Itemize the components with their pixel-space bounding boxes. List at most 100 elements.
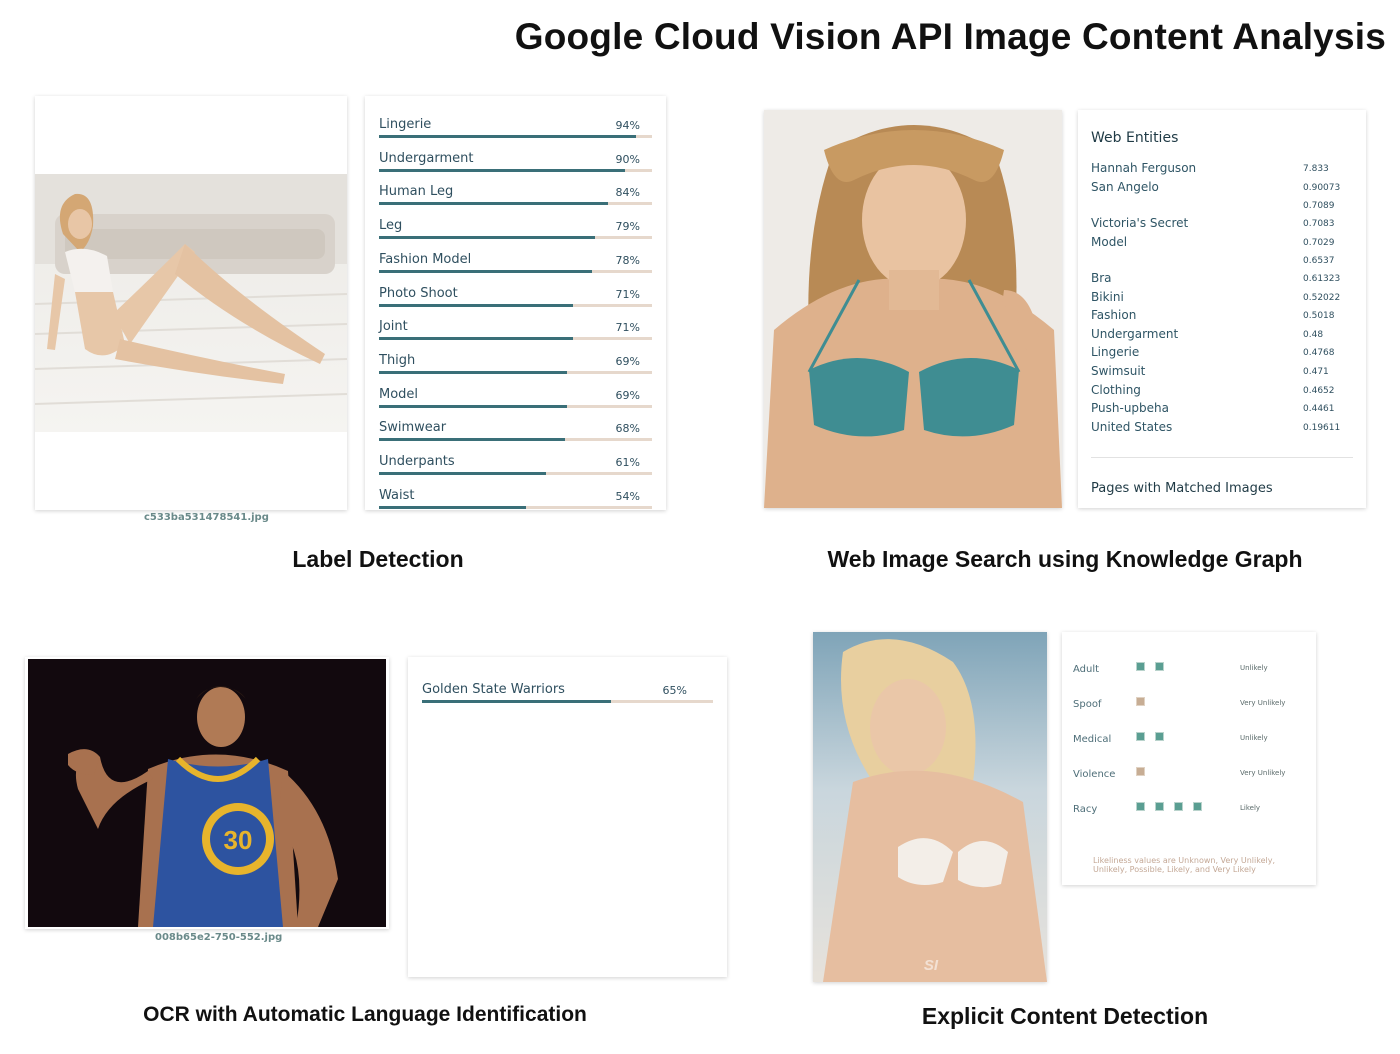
safe-search-row: Violence Very Unlikely <box>1073 767 1306 787</box>
label-name: Fashion Model <box>379 251 472 267</box>
web-entity-row[interactable]: Lingerie 0.4768 <box>1091 345 1336 363</box>
entity-score: 0.90073 <box>1303 183 1341 193</box>
web-entity-row[interactable]: Victoria's Secret 0.7083 <box>1091 216 1336 234</box>
bikini-model-photo <box>764 110 1062 508</box>
score-bar-track <box>379 438 652 442</box>
likelihood-square <box>1136 767 1145 776</box>
likelihood-square <box>1136 697 1145 706</box>
web-entity-row[interactable]: Swimsuit 0.471 <box>1091 364 1336 382</box>
label-row: Model 69% <box>379 387 652 415</box>
entity-name[interactable]: Swimsuit <box>1091 364 1145 378</box>
web-entity-row[interactable]: Bra 0.61323 <box>1091 271 1340 289</box>
label-detection-caption: Label Detection <box>292 546 464 572</box>
label-name: Swimwear <box>379 420 447 436</box>
label-row: Leg 79% <box>379 218 652 246</box>
likelihood-square <box>1136 662 1145 671</box>
label-name: Photo Shoot <box>379 285 458 301</box>
likelihood-square <box>1193 802 1202 811</box>
label-row: Fashion Model 78% <box>379 252 652 280</box>
likelihood-square <box>1155 732 1164 741</box>
label-row: Joint 71% <box>379 319 652 347</box>
entity-name[interactable]: Bra <box>1091 271 1112 285</box>
label-row: Underpants 61% <box>379 454 652 482</box>
score-bar-fill <box>379 168 625 172</box>
score-bar-fill <box>379 337 573 341</box>
label-name: Lingerie <box>379 117 432 132</box>
web-entity-row[interactable]: Undergarment 0.48 <box>1091 327 1336 345</box>
score-bar-track <box>379 269 652 273</box>
entity-name[interactable]: Fashion <box>1091 308 1136 322</box>
label-row: Photo Shoot 71% <box>379 286 652 314</box>
ocr-image-card: 30 <box>25 657 389 929</box>
entity-name[interactable]: Clothing <box>1091 383 1141 397</box>
ocr-image-filename: 008b65e2-750-552.jpg <box>155 932 283 943</box>
score-bar-fill <box>379 404 568 408</box>
entity-name[interactable]: United States <box>1091 420 1172 434</box>
likelihood-square <box>1136 802 1145 811</box>
web-entity-row[interactable]: 0.6537 <box>1091 253 1336 271</box>
ocr-text-row: Golden State Warriors 65% <box>422 682 713 710</box>
web-detection-caption: Web Image Search using Knowledge Graph <box>827 546 1303 572</box>
entity-score: 7.833 <box>1303 164 1329 174</box>
score-bar-fill <box>379 202 609 206</box>
score-bar-track <box>379 337 652 341</box>
web-entity-row[interactable]: United States 0.19611 <box>1091 420 1340 438</box>
label-name: Thigh <box>379 352 416 368</box>
beach-model-photo: SI <box>813 632 1047 982</box>
label-score: 71% <box>615 321 640 335</box>
magazine-watermark: SI <box>924 957 939 974</box>
score-bar-track <box>379 472 652 475</box>
web-entities-heading: Web Entities <box>1091 130 1179 146</box>
safe-search-caption: Explicit Content Detection <box>921 1003 1209 1029</box>
label-score: 54% <box>615 489 640 503</box>
jersey-number: 30 <box>224 825 253 855</box>
web-entity-row[interactable]: Model 0.7029 <box>1091 235 1336 253</box>
entity-score: 0.52022 <box>1303 293 1341 303</box>
score-bar-fill <box>422 700 612 703</box>
entity-score: 0.61323 <box>1303 274 1341 284</box>
label-row: Swimwear 68% <box>379 420 652 448</box>
likelihood-square <box>1174 802 1183 811</box>
safe-search-row: Racy Likely <box>1073 802 1306 822</box>
label-name: Model <box>379 386 419 402</box>
category-name: Spoof <box>1073 699 1102 710</box>
likelihood-square <box>1155 802 1164 811</box>
category-name: Medical <box>1073 734 1112 745</box>
page-title: Google Cloud Vision API Image Content An… <box>514 16 1386 57</box>
lingerie-model-photo <box>35 174 347 432</box>
web-entity-row[interactable]: Fashion 0.5018 <box>1091 308 1336 326</box>
ocr-caption: OCR with Automatic Language Identificati… <box>143 1003 587 1026</box>
likelihood-value: Likely <box>1240 804 1261 812</box>
web-entity-row[interactable]: Hannah Ferguson 7.833 <box>1091 161 1336 179</box>
detected-text: Golden State Warriors <box>422 682 565 697</box>
web-entity-row[interactable]: Clothing 0.4652 <box>1091 383 1336 401</box>
entity-name[interactable]: Undergarment <box>1091 327 1178 341</box>
entity-name[interactable]: San Angelo <box>1091 180 1159 194</box>
label-row: Human Leg 84% <box>379 184 652 212</box>
entity-score: 0.6537 <box>1303 256 1335 266</box>
entity-name[interactable]: Victoria's Secret <box>1091 216 1188 230</box>
entity-score: 0.19611 <box>1303 423 1341 433</box>
web-entity-row[interactable]: San Angelo 0.90073 <box>1091 180 1340 198</box>
label-score: 94% <box>615 119 640 132</box>
web-entity-row[interactable]: 0.7089 <box>1091 198 1336 216</box>
entity-score: 0.4768 <box>1303 348 1335 358</box>
entity-score: 0.5018 <box>1303 311 1335 321</box>
entity-name[interactable]: Lingerie <box>1091 345 1139 359</box>
safe-search-row: Spoof Very Unlikely <box>1073 697 1306 717</box>
entity-name[interactable]: Push-upbeha <box>1091 401 1169 415</box>
label-score: 69% <box>615 388 640 402</box>
web-entity-row[interactable]: Push-upbeha 0.4461 <box>1091 401 1336 419</box>
label-row: Waist 54% <box>379 488 652 516</box>
score-bar-track <box>379 404 652 408</box>
entity-name[interactable]: Hannah Ferguson <box>1091 161 1196 175</box>
entity-name[interactable]: Bikini <box>1091 290 1124 304</box>
web-entity-row[interactable]: Bikini 0.52022 <box>1091 290 1340 308</box>
entity-name[interactable]: Model <box>1091 235 1127 249</box>
label-name: Undergarment <box>379 150 474 166</box>
score-bar-track <box>379 135 652 138</box>
ocr-results-card: Golden State Warriors 65% <box>408 657 727 977</box>
score-bar-track <box>379 370 652 374</box>
label-score: 84% <box>615 186 640 200</box>
score-bar-fill <box>379 370 568 374</box>
